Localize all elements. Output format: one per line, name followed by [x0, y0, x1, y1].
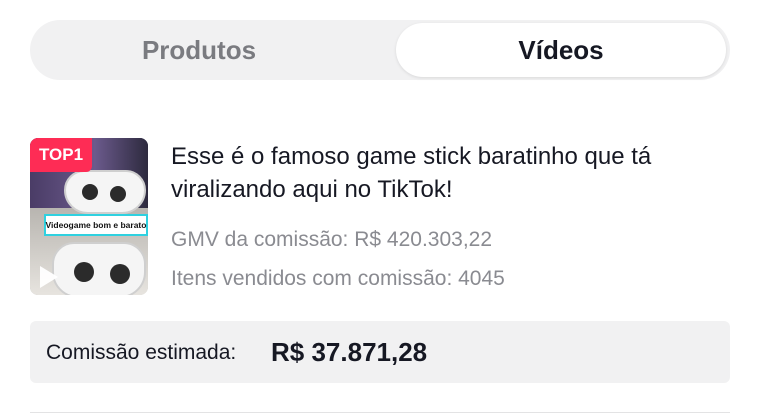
tab-products[interactable]: Produtos	[34, 23, 364, 77]
top-rank-badge: TOP1	[30, 138, 92, 172]
controller-image-top	[64, 170, 146, 214]
estimated-commission-label: Comissão estimada:	[46, 341, 237, 364]
video-thumbnail[interactable]: TOP1 Videogame bom e barato	[30, 138, 148, 295]
tab-videos[interactable]: Vídeos	[396, 23, 726, 77]
controller-image-bottom	[52, 242, 146, 295]
thumbnail-caption: Videogame bom e barato	[44, 214, 148, 236]
video-title[interactable]: Esse é o famoso game stick baratinho que…	[171, 140, 731, 206]
gmv-commission: GMV da comissão: R$ 420.303,22	[171, 228, 493, 251]
controller-stick	[110, 186, 126, 202]
controller-stick	[82, 184, 98, 200]
controller-stick	[74, 262, 94, 282]
estimated-commission-panel: Comissão estimada: R$ 37.871,28	[30, 321, 730, 383]
controller-stick	[110, 264, 130, 284]
estimated-commission-value: R$ 37.871,28	[271, 337, 428, 367]
divider	[30, 412, 730, 413]
play-icon	[40, 266, 58, 288]
items-sold-commission: Itens vendidos com comissão: 4045	[171, 267, 505, 290]
tab-switcher: Produtos Vídeos	[30, 20, 730, 80]
